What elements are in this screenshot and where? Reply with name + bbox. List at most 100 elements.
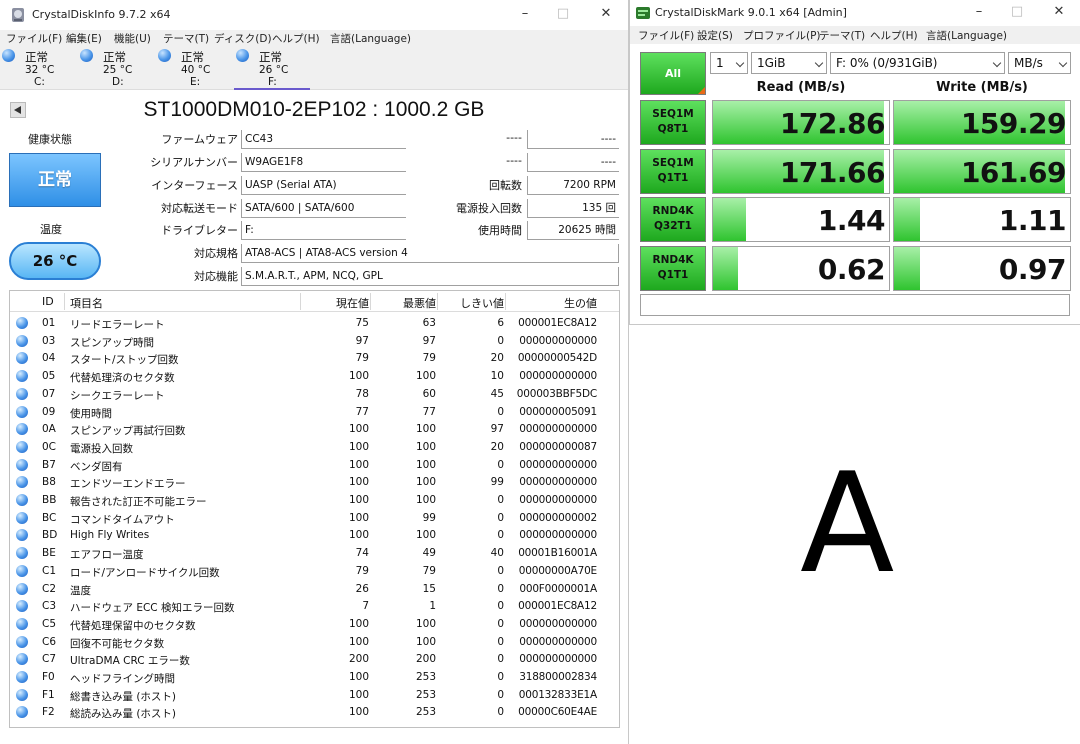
status-dot-icon	[16, 494, 28, 506]
smart-table-row[interactable]: BC コマンドタイムアウト 100 99 0 000000000002	[10, 509, 619, 527]
status-dot-icon	[16, 529, 28, 542]
smart-raw: 000000005091	[519, 405, 597, 418]
minimize-button[interactable]: –	[514, 4, 536, 24]
smart-table-row[interactable]: B8 エンドツーエンドエラー 100 100 99 000000000000	[10, 473, 619, 491]
smart-table-row[interactable]: 09 使用時間 77 77 0 000000005091	[10, 403, 619, 421]
smart-threshold: 0	[497, 635, 504, 648]
smart-table-row[interactable]: F1 総書き込み量 (ホスト) 100 253 0 000132833E1A	[10, 686, 619, 704]
smart-table-row[interactable]: BB 報告された訂正不可能エラー 100 100 0 000000000000	[10, 491, 619, 509]
smart-id: C2	[42, 582, 57, 595]
menu-language[interactable]: 言語(Language)	[926, 28, 1007, 43]
smart-table-row[interactable]: 03 スピンアップ時間 97 97 0 000000000000	[10, 332, 619, 350]
test-button-1[interactable]: SEQ1M Q8T1	[640, 100, 706, 145]
drive-tab-d[interactable]: 正常 25 °C D:	[78, 46, 154, 90]
menu-file[interactable]: ファイル(F)	[638, 28, 694, 43]
smart-threshold: 0	[497, 405, 504, 418]
smart-raw: 000000000000	[519, 458, 597, 471]
menu-language[interactable]: 言語(Language)	[330, 31, 411, 46]
close-button[interactable]: ✕	[595, 4, 617, 24]
smart-table-row[interactable]: 01 リードエラーレート 75 63 6 000001EC8A12	[10, 314, 619, 332]
test-size-select[interactable]: 1GiB	[751, 52, 827, 74]
test-button-3[interactable]: RND4K Q32T1	[640, 197, 706, 242]
col-id[interactable]: ID	[42, 295, 54, 308]
smart-threshold: 0	[497, 511, 504, 524]
drive-tab-c[interactable]: 正常 32 °C C:	[0, 46, 76, 90]
smart-worst: 99	[422, 511, 436, 524]
comment-input[interactable]	[640, 294, 1070, 316]
smart-table-row[interactable]: C7 UltraDMA CRC エラー数 200 200 0 000000000000	[10, 650, 619, 668]
unused-label-2: ----	[506, 154, 522, 167]
cdm-menubar: ファイル(F) 設定(S) プロファイル(P) テーマ(T) ヘルプ(H) 言語…	[630, 26, 1080, 44]
smart-worst: 100	[415, 423, 436, 436]
drive-letter: D:	[112, 76, 124, 88]
all-tests-button[interactable]: All	[640, 52, 706, 95]
menu-edit[interactable]: 編集(E)	[66, 31, 102, 46]
menu-theme[interactable]: テーマ(T)	[163, 31, 209, 46]
smart-table-row[interactable]: C2 温度 26 15 0 000F0000001A	[10, 580, 619, 598]
smart-attributes-table[interactable]: ID 項目名 現在値 最悪値 しきい値 生の値 01 リードエラーレート 75 63 6…	[9, 290, 620, 728]
menu-help[interactable]: ヘルプ(H)	[272, 31, 320, 46]
unit-select[interactable]: MB/s	[1008, 52, 1071, 74]
drive-status: 正常	[181, 50, 204, 64]
unused-value-1: ----	[527, 130, 619, 149]
menu-file[interactable]: ファイル(F)	[6, 31, 62, 46]
smart-current: 74	[355, 547, 369, 560]
col-current[interactable]: 現在値	[336, 295, 369, 311]
smart-table-row[interactable]: BE エアフロー温度 74 49 40 00001B16001A	[10, 544, 619, 562]
smart-table-row[interactable]: BD High Fly Writes 100 100 0 000000000000	[10, 526, 619, 544]
smart-worst: 253	[415, 671, 436, 683]
smart-table-row[interactable]: F0 ヘッドフライング時間 100 253 0 318800002834	[10, 668, 619, 686]
smart-table-row[interactable]: C3 ハードウェア ECC 検知エラー回数 7 1 0 000001EC8A12	[10, 597, 619, 615]
smart-raw: 318800002834	[519, 671, 597, 683]
target-drive-select[interactable]: F: 0% (0/931GiB)	[830, 52, 1005, 74]
col-worst[interactable]: 最悪値	[403, 295, 436, 311]
menu-profile[interactable]: プロファイル(P)	[743, 28, 821, 43]
menu-theme[interactable]: テーマ(T)	[819, 28, 865, 43]
col-threshold[interactable]: しきい値	[460, 295, 504, 311]
drive-temp: 25 °C	[103, 64, 133, 76]
smart-raw: 000000000000	[519, 370, 597, 383]
menu-function[interactable]: 機能(U)	[114, 31, 151, 46]
smart-table-row[interactable]: 0C 電源投入回数 100 100 20 000000000087	[10, 438, 619, 456]
menu-disk[interactable]: ディスク(D)	[214, 31, 272, 46]
cdi-menubar: ファイル(F) 編集(E) 機能(U) テーマ(T) ディスク(D) ヘルプ(H…	[0, 30, 628, 46]
minimize-button[interactable]: –	[968, 2, 990, 22]
smart-table-row[interactable]: 04 スタート/ストップ回数 79 79 20 00000000542D	[10, 349, 619, 367]
maximize-button[interactable]: □	[552, 4, 574, 24]
test-button-2[interactable]: SEQ1M Q1T1	[640, 149, 706, 194]
smart-table-row[interactable]: B7 ベンダ固有 100 100 0 000000000000	[10, 456, 619, 474]
write-speed-value: 159.29	[960, 107, 1067, 140]
smart-name: 代替処理保留中のセクタ数	[70, 619, 196, 632]
smart-table-row[interactable]: 07 シークエラーレート 78 60 45 000003BBF5DC	[10, 385, 619, 403]
smart-table-row[interactable]: 0A スピンアップ再試行回数 100 100 97 000000000000	[10, 420, 619, 438]
smart-table-row[interactable]: C6 回復不可能セクタ数 100 100 0 000000000000	[10, 633, 619, 651]
col-name[interactable]: 項目名	[70, 295, 103, 311]
status-dot-icon	[16, 387, 28, 400]
read-speed-value: 0.62	[817, 253, 886, 286]
health-status-button[interactable]: 正常	[9, 153, 101, 207]
write-result-2: 161.69	[893, 149, 1071, 194]
smart-table-row[interactable]: 05 代替処理済のセクタ数 100 100 10 000000000000	[10, 367, 619, 385]
write-result-1: 159.29	[893, 100, 1071, 145]
smart-table-row[interactable]: C1 ロード/アンロードサイクル回数 79 79 0 00000000A70E	[10, 562, 619, 580]
smart-table-row[interactable]: F2 総読み込み量 (ホスト) 100 253 0 00000C60E4AE	[10, 703, 619, 721]
smart-threshold: 0	[497, 529, 504, 542]
smart-table-row[interactable]: C5 代替処理保留中のセクタ数 100 100 0 000000000000	[10, 615, 619, 633]
smart-name: スピンアップ時間	[70, 336, 154, 349]
maximize-button[interactable]: □	[1006, 2, 1028, 22]
crystaldiskmark-window: CrystalDiskMark 9.0.1 x64 [Admin] – □ ✕ …	[629, 0, 1080, 325]
read-progress-fill	[713, 198, 747, 241]
menu-help[interactable]: ヘルプ(H)	[870, 28, 918, 43]
smart-id: C7	[42, 653, 57, 666]
drive-tab-f[interactable]: 正常 26 °C F:	[234, 46, 310, 90]
menu-settings[interactable]: 設定(S)	[697, 28, 733, 43]
drive-tab-e[interactable]: 正常 40 °C E:	[156, 46, 232, 90]
status-dot-icon	[16, 582, 28, 595]
col-raw[interactable]: 生の値	[564, 295, 597, 311]
test-count-select[interactable]: 1	[710, 52, 748, 74]
smart-worst: 63	[422, 317, 436, 329]
chevron-down-icon	[1058, 58, 1068, 68]
close-button[interactable]: ✕	[1048, 2, 1070, 22]
test-button-4[interactable]: RND4K Q1T1	[640, 246, 706, 291]
app-icon	[12, 8, 24, 22]
